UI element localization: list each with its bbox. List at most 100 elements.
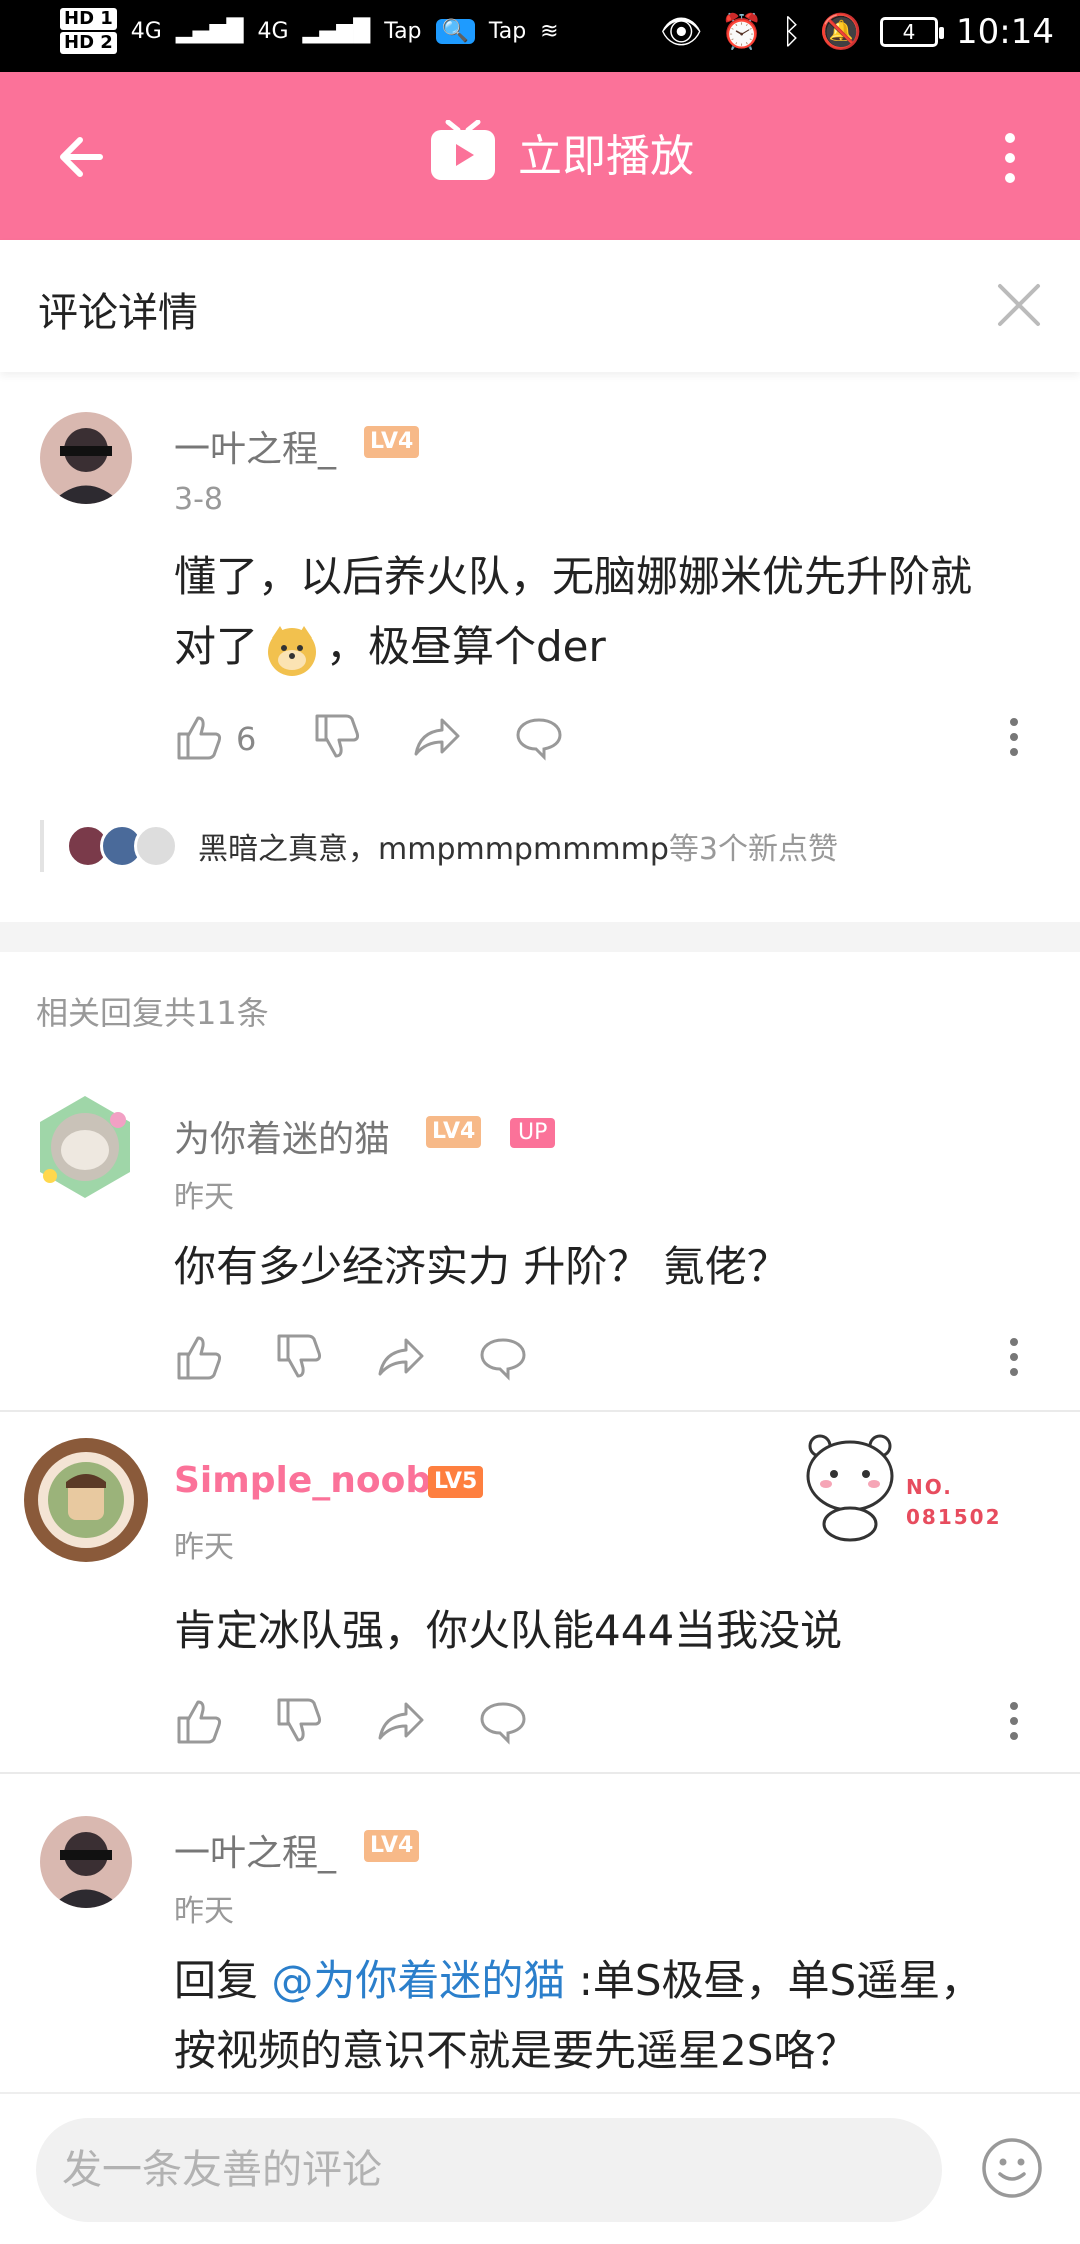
dislike-button[interactable] (274, 1696, 324, 1746)
hd-indicator: HD 1 HD 2 (60, 8, 117, 54)
mention-link[interactable]: @为你着迷的猫 (271, 1956, 565, 2005)
back-arrow-icon (60, 137, 103, 177)
reply-button[interactable] (478, 1332, 528, 1382)
comment-input[interactable]: 发一条友善的评论 (36, 2118, 942, 2222)
thumbs-up-icon (177, 716, 222, 760)
reply-date: 昨天 (174, 1180, 234, 1215)
comment-more-button[interactable] (1004, 712, 1024, 762)
tv-play-icon (431, 120, 495, 180)
section-separator (0, 922, 1080, 952)
thumbs-up-icon (177, 1336, 222, 1380)
thumbs-down-icon (277, 1698, 322, 1742)
dislike-button[interactable] (312, 712, 362, 762)
new-likes-row[interactable]: 黑暗之真意，mmpmmpmmmmp 等3个新点赞 (40, 820, 838, 872)
liker-avatars (66, 824, 178, 868)
hd2-label: HD 2 (60, 32, 117, 54)
comment-text-line2-b: ，极昼算个der (326, 622, 606, 671)
dislike-button[interactable] (274, 1332, 324, 1382)
reply-count-label: 相关回复共11条 (36, 994, 269, 1032)
more-vertical-icon (1010, 1702, 1018, 1740)
back-button[interactable] (48, 122, 118, 192)
clock: 10:14 (956, 12, 1054, 52)
bluetooth-icon: ᛒ (781, 12, 802, 52)
like-button[interactable] (174, 1332, 224, 1382)
reply-date: 昨天 (174, 1894, 234, 1929)
comment-input-bar: 发一条友善的评论 (0, 2092, 1080, 2244)
level-badge: LV5 (428, 1466, 484, 1498)
share-button[interactable] (412, 712, 462, 762)
comment-bubble-icon (516, 718, 562, 761)
reply-username[interactable]: Simple_noob (174, 1460, 431, 1501)
play-now-label: 立即播放 (518, 131, 694, 182)
net2-label: 4G (257, 18, 289, 44)
close-button[interactable] (994, 280, 1044, 330)
thumbs-up-icon (177, 1700, 222, 1744)
reply-divider (0, 1772, 1080, 1774)
share-arrow-icon (414, 718, 460, 756)
reply-text: 肯定冰队强，你火队能444当我没说 (174, 1606, 843, 1655)
emoji-button[interactable] (980, 2136, 1044, 2200)
smiley-face-icon (982, 2138, 1042, 2198)
more-options-button[interactable] (980, 128, 1040, 188)
up-badge: UP (510, 1118, 556, 1148)
medal-line2: 081502 (906, 1505, 1002, 1529)
alarm-icon: ⏰ (720, 12, 764, 52)
more-vertical-icon (1005, 133, 1015, 183)
thumbs-down-icon (277, 1334, 322, 1378)
reply-button[interactable] (478, 1696, 528, 1746)
liker-avatar (134, 824, 178, 868)
reply-text-rest: :单S极昼，单S遥星， (565, 1956, 983, 2005)
search-app-icon: 🔍 (435, 18, 475, 44)
reply-text-line1: 回复 @为你着迷的猫 :单S极昼，单S遥星， (174, 1946, 1054, 2016)
likers-names: 黑暗之真意，mmpmmpmmmmp (198, 832, 669, 867)
avatar[interactable] (30, 1092, 140, 1202)
share-button[interactable] (376, 1696, 426, 1746)
user-avatar-image (24, 1438, 148, 1562)
likers-summary: 等3个新点赞 (668, 832, 839, 867)
net1-label: 4G (130, 18, 162, 44)
like-button[interactable] (174, 712, 224, 762)
video-top-bar: 立即播放 (0, 72, 1080, 240)
reply-more-button[interactable] (1004, 1696, 1024, 1746)
reply-username[interactable]: 为你着迷的猫 (174, 1110, 390, 1162)
doge-emoji-icon (264, 622, 320, 678)
thumbs-down-icon (315, 714, 360, 758)
status-bar: HD 1 HD 2 4G ▂▄▆█ 4G ▂▄▆█ Tap 🔍 Tap ≋ 👁 … (0, 0, 1080, 72)
comment-detail-header: 评论详情 (0, 240, 1080, 372)
avatar[interactable] (40, 412, 132, 504)
medal-number: NO. 081502 (906, 1472, 1002, 1532)
medal-line1: NO. (906, 1475, 953, 1499)
comment-text-line2-a: 对了 (174, 622, 259, 671)
more-vertical-icon (1010, 1338, 1018, 1376)
reply-text: 你有多少经济实力 升阶？ 氪佬？ (174, 1242, 789, 1291)
comment-text: 懂了，以后养火队，无脑娜娜米优先升阶就 对了 ，极昼算个der (174, 542, 1054, 682)
reply-text: 回复 @为你着迷的猫 :单S极昼，单S遥星， 按视频的意识不就是要先遥星2S咯？ (174, 1946, 1054, 2086)
level-badge: LV4 (364, 426, 420, 458)
like-button[interactable] (174, 1696, 224, 1746)
comment-username[interactable]: 一叶之程_ (174, 420, 336, 472)
user-avatar-image (40, 1816, 132, 1908)
play-now-button[interactable]: 立即播放 (428, 120, 694, 184)
wifi-icon: ≋ (540, 18, 559, 44)
sheet-title: 评论详情 (38, 290, 198, 336)
reply-more-button[interactable] (1004, 1332, 1024, 1382)
share-button[interactable] (376, 1332, 426, 1382)
fan-medal[interactable]: NO. 081502 (800, 1432, 1010, 1542)
battery-icon: 4 (880, 17, 945, 47)
reply-text-line2: 按视频的意识不就是要先遥星2S咯？ (174, 2026, 858, 2075)
avatar[interactable] (40, 1816, 132, 1908)
level-badge: LV4 (426, 1116, 482, 1148)
avatar[interactable] (22, 1436, 150, 1564)
comment-text-line1: 懂了，以后养火队，无脑娜娜米优先升阶就 (174, 552, 973, 601)
reply-prefix: 回复 (174, 1956, 272, 2005)
user-avatar-image (40, 412, 132, 504)
eye-icon: 👁 (659, 12, 703, 52)
reply-username[interactable]: 一叶之程_ (174, 1824, 336, 1876)
mute-icon: 🔕 (819, 12, 863, 52)
more-vertical-icon (1010, 718, 1018, 756)
level-badge: LV4 (364, 1830, 420, 1862)
battery-level: 4 (902, 20, 916, 44)
comment-text-line2: 对了 ，极昼算个der (174, 612, 1054, 682)
reply-button[interactable] (514, 712, 564, 762)
comment-bubble-icon (480, 1702, 526, 1745)
